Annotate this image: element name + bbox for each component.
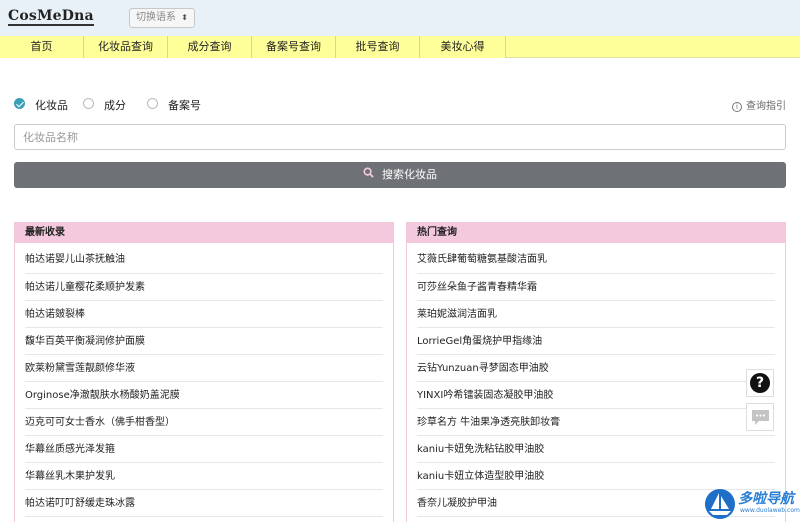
chevron-updown-icon: ⬍ <box>181 13 188 22</box>
nav-filing-query[interactable]: 备案号查询 <box>252 36 336 58</box>
list-item[interactable]: YINXI吟希镭装固态凝胶甲油胶 <box>417 382 775 409</box>
list-item[interactable]: 华幕丝乳木果护发乳 <box>25 463 383 490</box>
latest-list: 帕达诺婴儿山茶抚触油 帕达诺儿童樱花柔顺护发素 帕达诺皴裂棒 馥华百英平衡凝润修… <box>15 243 393 517</box>
feedback-button[interactable] <box>746 403 774 431</box>
list-item[interactable]: 帕达诺儿童樱花柔顺护发素 <box>25 274 383 301</box>
question-icon: ? <box>750 373 770 393</box>
popular-panel: 热门查询 艾薇氏肆葡萄糖氨基酸洁面乳 可莎丝朵鱼子酱青春精华霜 莱珀妮滋润洁面乳… <box>406 222 786 522</box>
radio-filing-no[interactable] <box>147 98 158 109</box>
chat-icon <box>751 409 770 429</box>
radio-cosmetics[interactable] <box>14 98 25 109</box>
radio-filing-no-label[interactable]: 备案号 <box>168 97 201 113</box>
list-item[interactable]: 艾薇氏肆葡萄糖氨基酸洁面乳 <box>417 243 775 274</box>
nav-home[interactable]: 首页 <box>0 36 84 58</box>
list-item[interactable]: Orginose净澈靓肤水杨酸奶盖泥膜 <box>25 382 383 409</box>
radio-cosmetics-label[interactable]: 化妆品 <box>35 97 68 113</box>
list-item[interactable]: 迈克可可女士香水（佛手柑香型） <box>25 409 383 436</box>
sailboat-logo-icon <box>704 488 736 522</box>
list-item[interactable]: 可莎丝朵鱼子酱青春精华霜 <box>417 274 775 301</box>
watermark-badge: 多啦导航 www.duolaweb.com <box>700 485 800 522</box>
nav-beauty-notes[interactable]: 美妆心得 <box>420 36 506 58</box>
search-type-group: 化妆品 成分 备案号 i 查询指引 <box>14 96 786 114</box>
nav-batch-query[interactable]: 批号查询 <box>336 36 420 58</box>
radio-ingredient[interactable] <box>83 98 94 109</box>
list-item[interactable]: LorrieGel角蛋烧护甲指缘油 <box>417 328 775 355</box>
list-item[interactable]: 欧莱粉黛雪莲靓颜修华液 <box>25 355 383 382</box>
help-button[interactable]: ? <box>746 369 774 397</box>
site-logo[interactable]: CosMeDna <box>8 8 94 26</box>
query-guide-label: 查询指引 <box>746 101 786 112</box>
search-input[interactable] <box>14 124 786 150</box>
nav-ingredient-query[interactable]: 成分查询 <box>168 36 252 58</box>
language-select-label: 切换语系 <box>136 12 176 23</box>
search-icon <box>363 162 374 188</box>
info-icon: i <box>732 102 742 112</box>
nav-cosmetics-query[interactable]: 化妆品查询 <box>84 36 168 58</box>
search-button[interactable]: 搜索化妆品 <box>14 162 786 188</box>
list-item[interactable]: 莱珀妮滋润洁面乳 <box>417 301 775 328</box>
language-select[interactable]: 切换语系 ⬍ <box>129 8 195 28</box>
query-guide-link[interactable]: i 查询指引 <box>732 97 786 112</box>
top-bar: CosMeDna 切换语系 ⬍ <box>0 0 800 36</box>
list-item[interactable]: 馥华百英平衡凝润修护面膜 <box>25 328 383 355</box>
list-item[interactable]: 珍草名方 牛油果净透亮肤卸妆膏 <box>417 409 775 436</box>
list-item[interactable]: kaniu卡妞免洗粘钻胶甲油胶 <box>417 436 775 463</box>
list-item[interactable]: 云钻Yunzuan寻梦固态甲油胶 <box>417 355 775 382</box>
main-nav: 首页 化妆品查询 成分查询 备案号查询 批号查询 美妆心得 <box>0 36 800 58</box>
search-button-label: 搜索化妆品 <box>382 168 437 181</box>
watermark-url: www.duolaweb.com <box>740 507 800 514</box>
list-item[interactable]: 华幕丝质感光泽发箍 <box>25 436 383 463</box>
list-item[interactable]: 帕达诺皴裂棒 <box>25 301 383 328</box>
radio-ingredient-label[interactable]: 成分 <box>104 97 126 113</box>
latest-panel: 最新收录 帕达诺婴儿山茶抚触油 帕达诺儿童樱花柔顺护发素 帕达诺皴裂棒 馥华百英… <box>14 222 394 522</box>
list-item[interactable]: 帕达诺叮叮舒缓走珠冰露 <box>25 490 383 517</box>
latest-panel-title: 最新收录 <box>15 223 393 243</box>
popular-panel-title: 热门查询 <box>407 223 785 243</box>
watermark-name: 多啦导航 <box>738 491 794 507</box>
popular-list: 艾薇氏肆葡萄糖氨基酸洁面乳 可莎丝朵鱼子酱青春精华霜 莱珀妮滋润洁面乳 Lorr… <box>407 243 785 517</box>
list-item[interactable]: 帕达诺婴儿山茶抚触油 <box>25 243 383 274</box>
